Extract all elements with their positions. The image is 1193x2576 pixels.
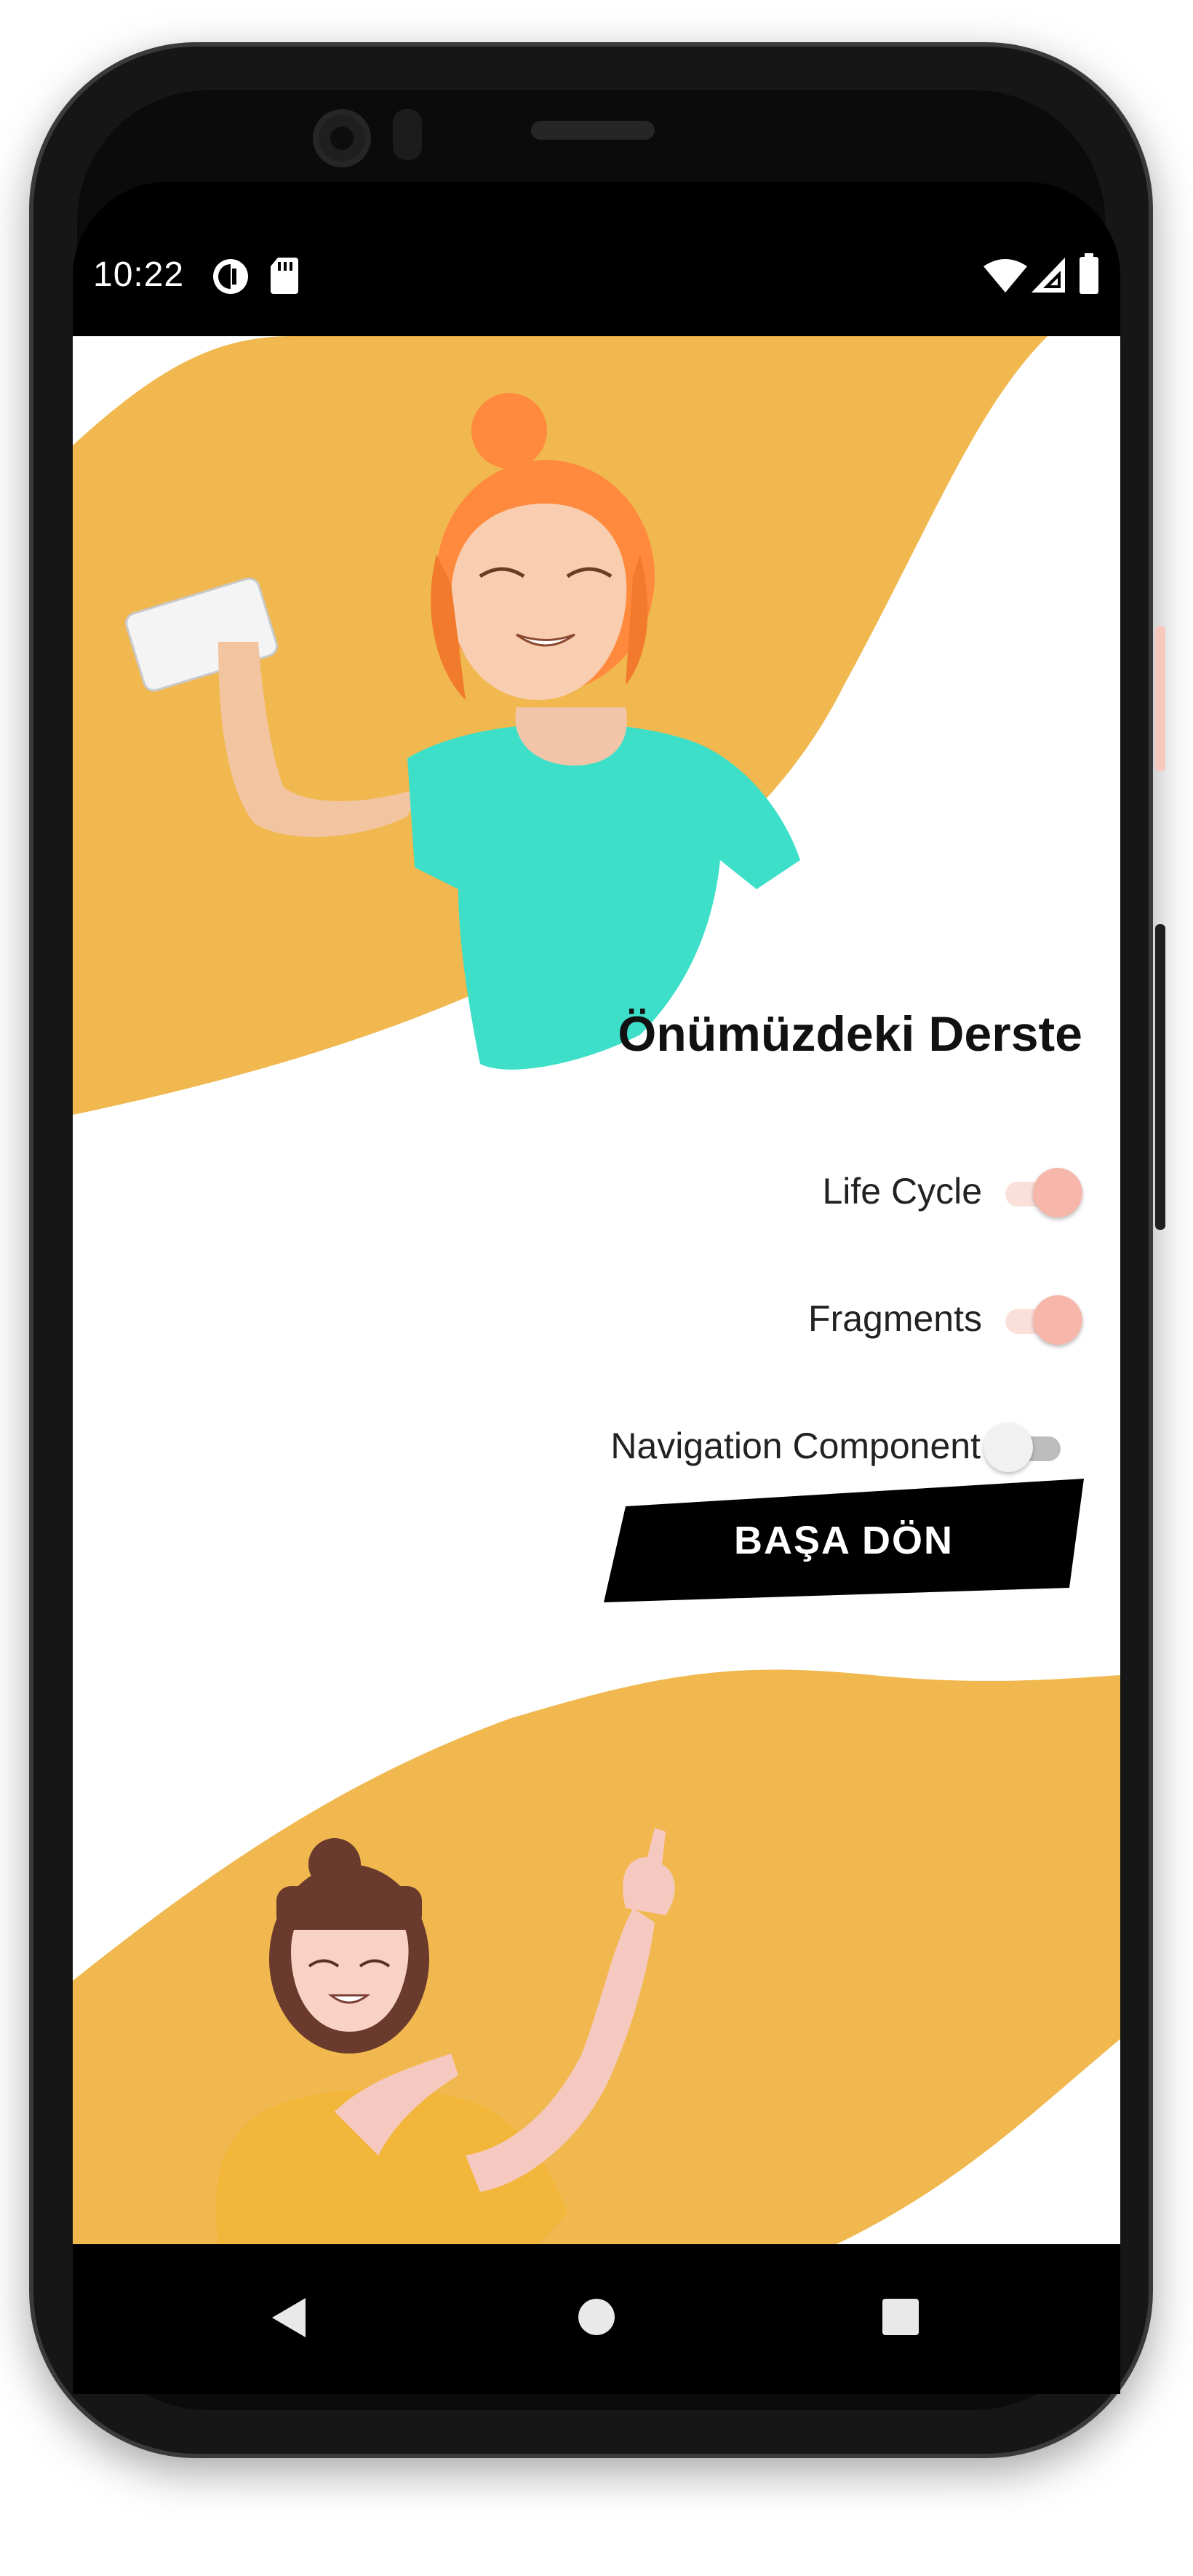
wifi-icon <box>983 259 1027 293</box>
status-time: 10:22 <box>93 255 185 294</box>
switch-thumb <box>983 1423 1033 1472</box>
status-bar: 10:22 <box>73 182 1120 336</box>
home-icon[interactable] <box>578 2298 615 2336</box>
earpiece-speaker <box>531 121 655 140</box>
switch-thumb <box>1033 1168 1082 1217</box>
toggle-row-fragments[interactable]: Fragments <box>808 1286 1082 1351</box>
toggle-row-life-cycle[interactable]: Life Cycle <box>822 1158 1082 1224</box>
front-camera <box>313 109 371 167</box>
life-cycle-switch[interactable] <box>998 1162 1082 1220</box>
page-title: Önümüzdeki Derste <box>618 1006 1082 1062</box>
toggle-label-navigation-component: Navigation Component <box>610 1426 981 1466</box>
proximity-sensor <box>393 109 422 160</box>
back-to-start-label: BAŞA DÖN <box>733 1519 954 1562</box>
bun <box>308 1838 361 1891</box>
device-screen: 10:22 Önümüzdeki Derste Life Cycle Fragm… <box>73 182 1120 2394</box>
back-to-start-button[interactable]: BAŞA DÖN <box>604 1479 1084 1602</box>
signal-icon <box>1032 258 1065 293</box>
sd-card-icon <box>271 258 298 294</box>
app-content: Önümüzdeki Derste Life Cycle Fragments N… <box>73 336 1120 2244</box>
toggle-row-navigation-component[interactable]: Navigation Component <box>610 1413 1068 1479</box>
data-saver-icon <box>213 259 248 294</box>
recents-icon[interactable] <box>882 2298 919 2336</box>
bottom-illustration <box>73 1669 1120 2244</box>
fragments-switch[interactable] <box>998 1289 1082 1348</box>
battery-icon <box>1080 253 1098 294</box>
side-button-top <box>1155 626 1165 771</box>
navigation-component-switch[interactable] <box>983 1417 1068 1475</box>
toggle-label-life-cycle: Life Cycle <box>822 1171 982 1212</box>
hair-bun <box>471 393 547 469</box>
navigation-bar <box>73 2244 1120 2394</box>
side-button-power <box>1155 924 1165 1230</box>
back-icon[interactable] <box>271 2297 307 2339</box>
toggle-label-fragments: Fragments <box>808 1298 982 1339</box>
switch-thumb <box>1033 1295 1082 1345</box>
